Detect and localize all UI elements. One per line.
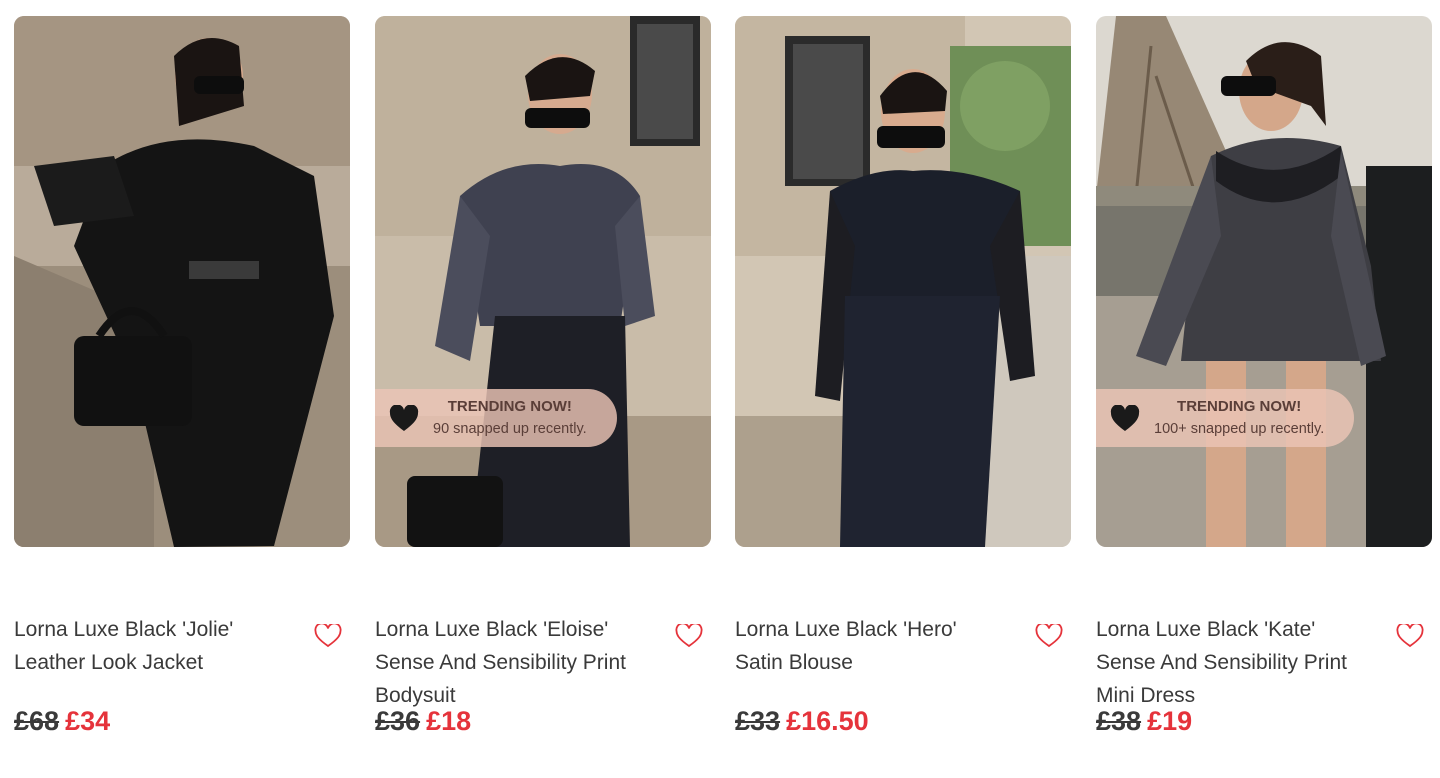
price: £38 £19 [1096, 706, 1192, 737]
product-card: TRENDING NOW! 100+ snapped up recently. … [1096, 16, 1432, 736]
product-grid: Lorna Luxe Black 'Jolie' Leather Look Ja… [0, 0, 1440, 778]
product-title-link[interactable]: Lorna Luxe Black 'Kate' Sense And Sensib… [1096, 613, 1368, 712]
product-photo [735, 16, 1071, 547]
product-image-link[interactable]: TRENDING NOW! 100+ snapped up recently. [1096, 16, 1432, 547]
product-title-link[interactable]: Lorna Luxe Black 'Eloise' Sense And Sens… [375, 613, 647, 712]
sale-price: £34 [65, 706, 111, 736]
product-image-link[interactable]: TRENDING NOW! 90 snapped up recently. [375, 16, 711, 547]
product-card: Lorna Luxe Black 'Hero' Satin Blouse £33… [735, 16, 1071, 736]
trending-title: TRENDING NOW! [1177, 398, 1302, 415]
product-image-link[interactable] [735, 16, 1071, 547]
sale-price: £18 [426, 706, 472, 736]
product-image-link[interactable] [14, 16, 350, 547]
trending-subtitle: 100+ snapped up recently. [1154, 421, 1325, 437]
wishlist-heart-icon[interactable] [1035, 624, 1063, 648]
product-card: Lorna Luxe Black 'Jolie' Leather Look Ja… [14, 16, 350, 736]
product-title-link[interactable]: Lorna Luxe Black 'Jolie' Leather Look Ja… [14, 613, 286, 679]
trending-text: TRENDING NOW! 100+ snapped up recently. [1154, 396, 1324, 440]
trending-title: TRENDING NOW! [447, 398, 572, 415]
product-photo [1096, 16, 1432, 547]
product-card: TRENDING NOW! 90 snapped up recently. Lo… [375, 16, 711, 736]
sale-price: £19 [1147, 706, 1193, 736]
product-photo [14, 16, 350, 547]
sale-price: £16.50 [786, 706, 869, 736]
trending-subtitle: 90 snapped up recently. [433, 421, 587, 437]
product-photo [375, 16, 711, 547]
heart-filled-icon [389, 404, 419, 431]
wishlist-heart-icon[interactable] [1396, 624, 1424, 648]
trending-text: TRENDING NOW! 90 snapped up recently. [433, 396, 587, 440]
price: £68 £34 [14, 706, 110, 737]
price: £33 £16.50 [735, 706, 869, 737]
original-price: £38 [1096, 706, 1142, 736]
original-price: £36 [375, 706, 421, 736]
original-price: £33 [735, 706, 781, 736]
wishlist-heart-icon[interactable] [675, 624, 703, 648]
product-title-link[interactable]: Lorna Luxe Black 'Hero' Satin Blouse [735, 613, 1007, 679]
wishlist-heart-icon[interactable] [314, 624, 342, 648]
original-price: £68 [14, 706, 60, 736]
heart-filled-icon [1110, 404, 1140, 431]
trending-badge: TRENDING NOW! 90 snapped up recently. [375, 389, 617, 447]
price: £36 £18 [375, 706, 471, 737]
trending-badge: TRENDING NOW! 100+ snapped up recently. [1096, 389, 1355, 447]
